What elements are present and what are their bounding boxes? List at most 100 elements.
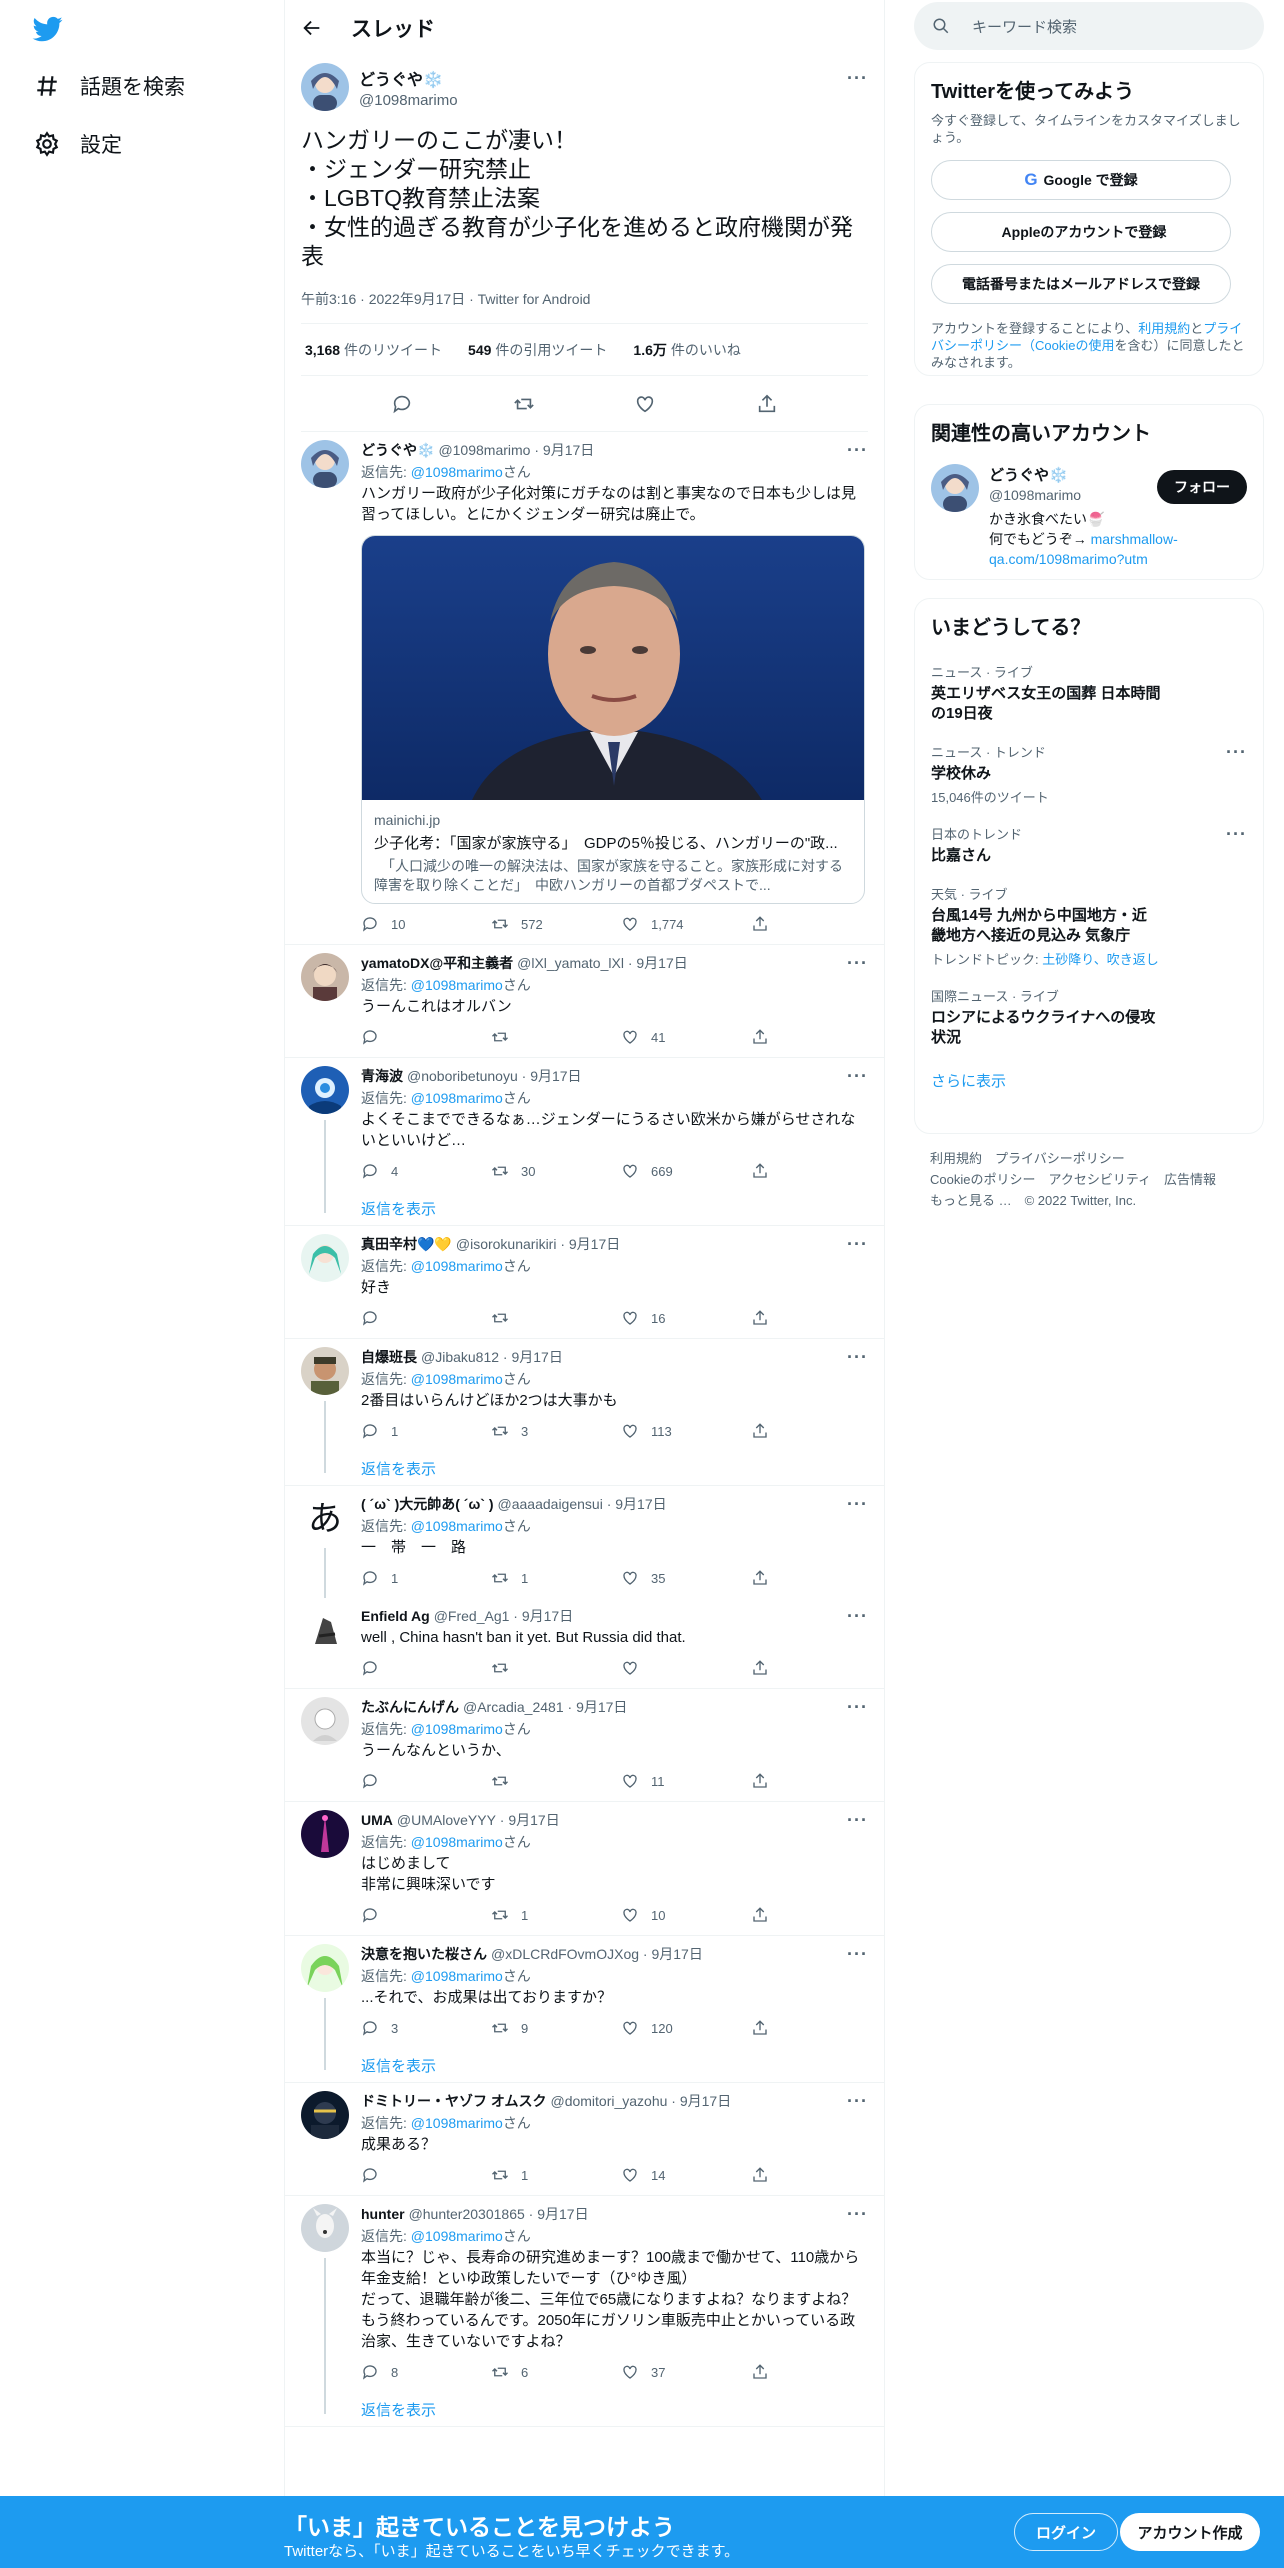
share-action[interactable] bbox=[751, 2019, 781, 2037]
more-icon[interactable]: ··· bbox=[847, 1697, 868, 1718]
reply-tweet[interactable]: あ ( ´ω` )大元帥あ( ´ω` ) @aaaadaigensui · 9月17… bbox=[285, 1486, 884, 1598]
more-icon[interactable]: ··· bbox=[847, 1066, 868, 1087]
share-action[interactable] bbox=[751, 1772, 781, 1790]
avatar[interactable] bbox=[301, 1066, 349, 1114]
author-handle[interactable]: @Jibaku812 bbox=[421, 1349, 499, 1365]
timestamp[interactable]: · 9月17日 bbox=[496, 1810, 560, 1830]
author-name[interactable]: ( ´ω` )大元帥あ( ´ω` ) bbox=[361, 1494, 494, 1514]
replying-handle-link[interactable]: @1098marimo bbox=[411, 2228, 503, 2244]
reply-action[interactable]: 4 bbox=[361, 1162, 491, 1180]
retweet-action[interactable]: 1 bbox=[491, 1569, 621, 1587]
like-action[interactable]: 10 bbox=[621, 1906, 751, 1924]
author-handle[interactable]: @1098marimo bbox=[359, 92, 458, 109]
related-account[interactable]: どうぐや❄️ @1098marimo かき氷食べたい🍧 何でもどうぞ→ marsh… bbox=[931, 464, 1247, 569]
retweet-action[interactable]: 1 bbox=[491, 2166, 621, 2184]
quote-stat[interactable]: 549 件の引用ツイート bbox=[464, 340, 607, 360]
replying-handle-link[interactable]: @1098marimo bbox=[411, 1090, 503, 1106]
timestamp[interactable]: · 9月17日 bbox=[525, 2204, 589, 2224]
retweet-action[interactable]: 3 bbox=[491, 1422, 621, 1440]
trend-item[interactable]: 日本のトレンド 比嘉さん ··· bbox=[931, 824, 1247, 866]
reply-tweet[interactable]: yamatoDX@平和主義者 @lXl_yamato_lXl · 9月17日 ···… bbox=[285, 945, 884, 1058]
replying-handle-link[interactable]: @1098marimo bbox=[411, 1968, 503, 1984]
like-action[interactable]: 14 bbox=[621, 2166, 751, 2184]
link-card[interactable]: mainichi.jp 少子化考：「国家が家族守る」 GDPの5％投じる、ハンガリ… bbox=[361, 535, 865, 904]
show-more-link[interactable]: さらに表示 bbox=[931, 1070, 1247, 1091]
trend-item[interactable]: 国際ニュース · ライブ ロシアによるウクライナへの侵攻状況 bbox=[931, 986, 1247, 1048]
like-action[interactable]: 35 bbox=[621, 1569, 751, 1587]
footer-line[interactable]: Cookieのポリシー アクセシビリティ 広告情報 bbox=[930, 1169, 1216, 1190]
more-icon[interactable]: ··· bbox=[847, 953, 868, 974]
reply-tweet[interactable]: たぶんにんげん @Arcadia_2481 · 9月17日 ··· 返信先: @109… bbox=[285, 1689, 884, 1802]
footer-line[interactable]: 利用規約 プライバシーポリシー bbox=[930, 1148, 1216, 1169]
retweet-action[interactable] bbox=[491, 1772, 621, 1790]
reply-tweet[interactable]: 青海波 @noboribetunoyu · 9月17日 ··· 返信先: @1098m… bbox=[285, 1058, 884, 1226]
more-icon[interactable]: ··· bbox=[847, 2204, 868, 2225]
author-handle[interactable]: @Fred_Ag1 bbox=[434, 1608, 510, 1624]
share-action[interactable] bbox=[751, 915, 781, 933]
timestamp[interactable]: · 9月17日 bbox=[667, 2091, 731, 2111]
avatar[interactable] bbox=[301, 1606, 349, 1654]
reply-action[interactable] bbox=[361, 2166, 491, 2184]
timestamp[interactable]: · 9月17日 bbox=[499, 1347, 563, 1367]
retweet-action[interactable] bbox=[491, 1659, 621, 1677]
back-arrow-icon[interactable] bbox=[301, 17, 323, 39]
more-icon[interactable]: ··· bbox=[1226, 824, 1247, 845]
author-name[interactable]: 真田辛村💙💛 bbox=[361, 1234, 452, 1254]
share-action[interactable] bbox=[751, 2363, 781, 2381]
author-name[interactable]: 決意を抱いた桜さん bbox=[361, 1944, 487, 1964]
tweet-meta[interactable]: 午前3:16 · 2022年9月17日 · Twitter for Androi… bbox=[301, 289, 868, 324]
like-action[interactable]: 669 bbox=[621, 1162, 751, 1180]
google-signup-button[interactable]: G Google で登録 bbox=[931, 160, 1231, 200]
more-icon[interactable]: ··· bbox=[847, 440, 868, 461]
avatar[interactable] bbox=[301, 1234, 349, 1282]
search-input[interactable]: キーワード検索 bbox=[914, 2, 1264, 50]
author-handle[interactable]: @Arcadia_2481 bbox=[463, 1699, 564, 1715]
avatar[interactable] bbox=[301, 1697, 349, 1745]
phone-signup-button[interactable]: 電話番号またはメールアドレスで登録 bbox=[931, 264, 1231, 304]
retweet-icon[interactable] bbox=[513, 393, 535, 415]
author-handle[interactable]: @isorokunarikiri bbox=[456, 1236, 557, 1252]
author-handle[interactable]: @xDLCRdFOvmOJXog bbox=[491, 1946, 639, 1962]
author-handle[interactable]: @aaaadaigensui bbox=[498, 1496, 603, 1512]
share-action[interactable] bbox=[751, 2166, 781, 2184]
timestamp[interactable]: · 9月17日 bbox=[624, 953, 688, 973]
share-action[interactable] bbox=[751, 1569, 781, 1587]
more-icon[interactable]: ··· bbox=[847, 1606, 868, 1627]
timestamp[interactable]: · 9月17日 bbox=[556, 1234, 620, 1254]
replying-handle-link[interactable]: @1098marimo bbox=[411, 464, 503, 480]
avatar[interactable] bbox=[931, 464, 979, 512]
terms-link[interactable]: 利用規約 bbox=[1138, 321, 1190, 336]
reply-action[interactable] bbox=[361, 1028, 491, 1046]
author-handle[interactable]: @domitori_yazohu bbox=[550, 2093, 667, 2109]
reply-action[interactable]: 10 bbox=[361, 915, 491, 933]
timestamp[interactable]: · 9月17日 bbox=[603, 1494, 667, 1514]
replying-handle-link[interactable]: @1098marimo bbox=[411, 1518, 503, 1534]
retweet-action[interactable] bbox=[491, 1309, 621, 1327]
more-icon[interactable]: ··· bbox=[847, 1347, 868, 1368]
author-name[interactable]: 自爆班長 bbox=[361, 1347, 417, 1367]
show-replies-link[interactable]: 返信を表示 bbox=[361, 2392, 868, 2426]
retweet-action[interactable] bbox=[491, 1028, 621, 1046]
more-icon[interactable]: ··· bbox=[847, 2091, 868, 2112]
share-icon[interactable] bbox=[756, 393, 778, 415]
more-icon[interactable]: ··· bbox=[847, 1494, 868, 1515]
share-action[interactable] bbox=[751, 1309, 781, 1327]
retweet-stat[interactable]: 3,168 件のリツイート bbox=[301, 340, 442, 360]
retweet-action[interactable]: 1 bbox=[491, 1906, 621, 1924]
reply-tweet[interactable]: どうぐや❄️ @1098marimo · 9月17日 ··· 返信先: @1098ma… bbox=[285, 432, 884, 945]
retweet-action[interactable]: 572 bbox=[491, 915, 621, 933]
reply-action[interactable]: 1 bbox=[361, 1422, 491, 1440]
avatar[interactable] bbox=[301, 1810, 349, 1858]
reply-tweet[interactable]: UMA @UMAloveYYY · 9月17日 ··· 返信先: @1098marim… bbox=[285, 1802, 884, 1936]
reply-action[interactable]: 1 bbox=[361, 1569, 491, 1587]
avatar[interactable] bbox=[301, 2204, 349, 2252]
more-icon[interactable]: ··· bbox=[847, 1234, 868, 1255]
like-action[interactable]: 41 bbox=[621, 1028, 751, 1046]
share-action[interactable] bbox=[751, 1659, 781, 1677]
follow-button[interactable]: フォロー bbox=[1157, 470, 1247, 504]
like-icon[interactable] bbox=[634, 393, 656, 415]
reply-tweet[interactable]: Enfield Ag @Fred_Ag1 · 9月17日 ··· well , Chi… bbox=[285, 1598, 884, 1689]
like-action[interactable]: 16 bbox=[621, 1309, 751, 1327]
nav-settings[interactable]: 設定 bbox=[34, 124, 122, 164]
author-name[interactable]: どうぐや❄️ bbox=[359, 66, 458, 90]
